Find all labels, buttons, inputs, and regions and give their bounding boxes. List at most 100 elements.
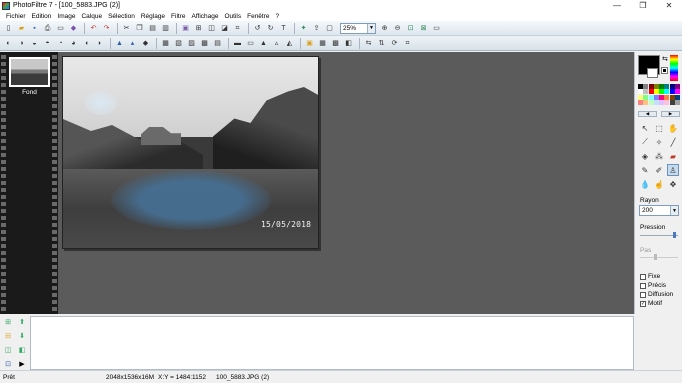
palette-swatch[interactable] bbox=[664, 99, 670, 105]
save-icon[interactable]: ▪ bbox=[29, 23, 40, 34]
palette-swatch[interactable] bbox=[648, 99, 654, 105]
open-folder-icon[interactable]: ▰ bbox=[16, 23, 27, 34]
menu-fichier[interactable]: Fichier bbox=[3, 13, 29, 20]
duplicate-layer-icon[interactable]: ⊟ bbox=[2, 330, 14, 342]
palette-swatch[interactable] bbox=[675, 84, 681, 89]
menu-outils[interactable]: Outils bbox=[221, 13, 244, 20]
auto-contrast-icon[interactable]: ▴ bbox=[127, 38, 138, 49]
effect-icon[interactable]: ◧ bbox=[343, 38, 354, 49]
text-tool-icon[interactable]: T bbox=[278, 23, 289, 34]
emboss-icon[interactable]: ◭ bbox=[284, 38, 295, 49]
triangle-icon[interactable]: ▲ bbox=[258, 38, 269, 49]
redo-icon[interactable]: ↷ bbox=[101, 23, 112, 34]
palette-swatch[interactable] bbox=[669, 94, 675, 100]
diffusion-checkbox[interactable]: Diffusion bbox=[640, 291, 673, 298]
fade-icon[interactable]: ▭ bbox=[245, 38, 256, 49]
palette-swatch[interactable] bbox=[653, 89, 659, 95]
menu-edition[interactable]: Edition bbox=[29, 13, 55, 20]
paste-icon[interactable]: ▤ bbox=[147, 23, 158, 34]
invert-icon[interactable]: ▨ bbox=[186, 38, 197, 49]
rotate-left-icon[interactable]: ↺ bbox=[252, 23, 263, 34]
clone-tool-icon[interactable]: ✥ bbox=[667, 178, 679, 190]
palette-swatch[interactable] bbox=[653, 94, 659, 100]
layer-up-icon[interactable]: ⬆ bbox=[16, 316, 28, 328]
layer-options-icon[interactable]: ⊡ bbox=[2, 358, 14, 370]
palette-swatch[interactable] bbox=[638, 89, 643, 95]
palette-swatch[interactable] bbox=[659, 89, 665, 95]
zoom-select[interactable]: 25% ▼ bbox=[340, 22, 376, 34]
eraser-tool-icon[interactable]: ▰ bbox=[667, 150, 679, 162]
contrast-up-icon[interactable]: ◒ bbox=[29, 38, 40, 49]
background-color[interactable] bbox=[647, 68, 658, 78]
menu-calque[interactable]: Calque bbox=[78, 13, 105, 20]
image-size-icon[interactable]: ▣ bbox=[180, 23, 191, 34]
gamma-up-icon[interactable]: ◖ bbox=[81, 38, 92, 49]
palette-swatch[interactable] bbox=[648, 84, 654, 89]
brightness-down-icon[interactable]: ◑ bbox=[16, 38, 27, 49]
palette-prev-button[interactable]: ◀ bbox=[638, 111, 657, 117]
window-icon[interactable]: ▭ bbox=[431, 23, 442, 34]
gamma-down-icon[interactable]: ◗ bbox=[94, 38, 105, 49]
maximize-button[interactable]: ❐ bbox=[630, 0, 656, 11]
sepia-icon[interactable]: ▧ bbox=[173, 38, 184, 49]
crop-icon[interactable]: ⌗ bbox=[232, 23, 243, 34]
palette-swatch[interactable] bbox=[664, 84, 670, 89]
print-icon[interactable]: ⎙ bbox=[42, 23, 53, 34]
palette-swatch[interactable] bbox=[659, 84, 665, 89]
menu-image[interactable]: Image bbox=[54, 13, 78, 20]
undo-icon[interactable]: ↶ bbox=[88, 23, 99, 34]
actual-size-icon[interactable]: ⊡ bbox=[405, 23, 416, 34]
palette-swatch[interactable] bbox=[638, 84, 643, 89]
menu-fenetre[interactable]: Fenêtre bbox=[244, 13, 272, 20]
export-icon[interactable]: ⇪ bbox=[311, 23, 322, 34]
palette-swatch[interactable] bbox=[643, 84, 649, 89]
precis-checkbox[interactable]: Précis bbox=[640, 282, 666, 289]
paste-new-icon[interactable]: ▥ bbox=[160, 23, 171, 34]
checkbox-box[interactable] bbox=[640, 273, 646, 280]
rotate-icon[interactable]: ⟳ bbox=[389, 38, 400, 49]
chevron-down-icon[interactable]: ▼ bbox=[670, 206, 678, 215]
crop-tool-icon[interactable]: ⌗ bbox=[402, 38, 413, 49]
palette-swatch[interactable] bbox=[675, 89, 681, 95]
smudge-tool-icon[interactable]: ☝ bbox=[653, 178, 665, 190]
hand-tool-icon[interactable]: ✋ bbox=[667, 122, 679, 134]
layer-down-icon[interactable]: ⬇ bbox=[16, 330, 28, 342]
new-file-icon[interactable]: ▯ bbox=[3, 23, 14, 34]
blur-tool-icon[interactable]: 💧 bbox=[639, 178, 651, 190]
flip-horizontal-icon[interactable]: ⇆ bbox=[363, 38, 374, 49]
palette-swatch[interactable] bbox=[643, 94, 649, 100]
rotate-right-icon[interactable]: ↻ bbox=[265, 23, 276, 34]
brush-tool-icon[interactable]: ✎ bbox=[639, 164, 651, 176]
menu-affichage[interactable]: Affichage bbox=[189, 13, 222, 20]
merge-layer-icon[interactable]: ◧ bbox=[16, 344, 28, 356]
sharpen-icon[interactable]: ▤ bbox=[212, 38, 223, 49]
selection-tool-icon[interactable]: ⬚ bbox=[653, 122, 665, 134]
palette-swatch[interactable] bbox=[669, 89, 675, 95]
eyedropper-tool-icon[interactable]: ⟋ bbox=[639, 136, 651, 148]
palette-swatch[interactable] bbox=[675, 94, 681, 100]
line-tool-icon[interactable]: ╱ bbox=[667, 136, 679, 148]
texture-icon[interactable]: ▦ bbox=[317, 38, 328, 49]
layer-thumbnail[interactable] bbox=[9, 57, 50, 87]
pression-slider-thumb[interactable] bbox=[673, 232, 676, 238]
hue-bar[interactable] bbox=[670, 55, 678, 81]
scan-icon[interactable]: ▭ bbox=[55, 23, 66, 34]
saturation-up-icon[interactable]: ◔ bbox=[55, 38, 66, 49]
copy-icon[interactable]: ❐ bbox=[134, 23, 145, 34]
palette-swatch[interactable] bbox=[675, 99, 681, 105]
cut-icon[interactable]: ✂ bbox=[121, 23, 132, 34]
pointer-tool-icon[interactable]: ↖ bbox=[639, 122, 651, 134]
checkbox-box-checked[interactable]: ✓ bbox=[640, 300, 646, 307]
menu-filtre[interactable]: Filtre bbox=[168, 13, 188, 20]
plugin-icon[interactable]: ✦ bbox=[298, 23, 309, 34]
play-icon[interactable]: ▶ bbox=[16, 358, 28, 370]
frame-icon[interactable]: ◫ bbox=[206, 23, 217, 34]
document-canvas[interactable]: 15/05/2018 bbox=[62, 56, 319, 249]
minimize-button[interactable]: — bbox=[604, 0, 630, 11]
zoom-in-icon[interactable]: ⊕ bbox=[379, 23, 390, 34]
auto-levels-icon[interactable]: ▲ bbox=[114, 38, 125, 49]
layer-properties-icon[interactable]: ◫ bbox=[2, 344, 14, 356]
twain-icon[interactable]: ◆ bbox=[68, 23, 79, 34]
palette-swatch[interactable] bbox=[648, 94, 654, 100]
swap-colors-icon[interactable]: ⇆ bbox=[662, 55, 668, 63]
